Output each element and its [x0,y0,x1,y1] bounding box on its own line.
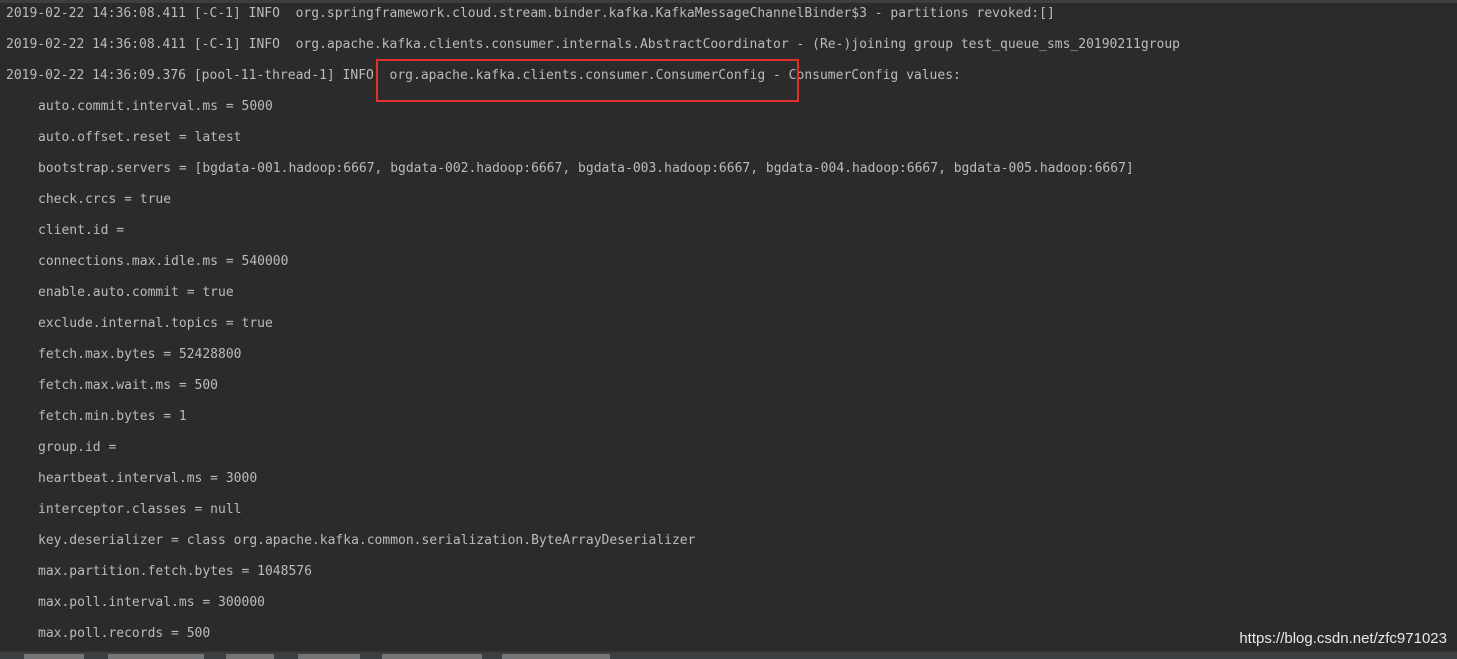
log-line: 2019-02-22 14:36:08.411 [-C-1] INFO org.… [6,6,1055,21]
tool-window-button[interactable] [298,654,360,659]
config-line: max.poll.interval.ms = 300000 [38,595,265,610]
config-line: auto.offset.reset = latest [38,130,242,145]
log-line: 2019-02-22 14:36:08.411 [-C-1] INFO org.… [6,37,1180,52]
tool-window-bar [0,651,1457,659]
config-line: client.id = [38,223,125,238]
config-line: max.partition.fetch.bytes = 1048576 [38,564,312,579]
tool-window-button[interactable] [24,654,84,659]
config-line: key.deserializer = class org.apache.kafk… [38,533,696,548]
config-line: heartbeat.interval.ms = 3000 [38,471,258,486]
console-output[interactable]: 2019-02-22 14:36:08.411 [-C-1] INFO org.… [0,0,1457,652]
config-line: auto.commit.interval.ms = 5000 [38,99,273,114]
config-line: fetch.max.wait.ms = 500 [38,378,219,393]
config-line: group.id = [38,440,117,455]
config-line: fetch.max.bytes = 52428800 [38,347,242,362]
tool-window-button[interactable] [108,654,204,659]
config-line: enable.auto.commit = true [38,285,234,300]
tool-window-button[interactable] [382,654,482,659]
tool-window-button[interactable] [502,654,610,659]
log-line: 2019-02-22 14:36:09.376 [pool-11-thread-… [6,68,961,83]
config-line: exclude.internal.topics = true [38,316,273,331]
config-line: connections.max.idle.ms = 540000 [38,254,289,269]
watermark: https://blog.csdn.net/zfc971023 [1239,630,1447,647]
config-line: max.poll.records = 500 [38,626,211,641]
config-line: check.crcs = true [38,192,172,207]
tool-window-button[interactable] [226,654,274,659]
config-line: bootstrap.servers = [bgdata-001.hadoop:6… [38,161,1134,176]
config-line: interceptor.classes = null [38,502,242,517]
config-line: fetch.min.bytes = 1 [38,409,187,424]
